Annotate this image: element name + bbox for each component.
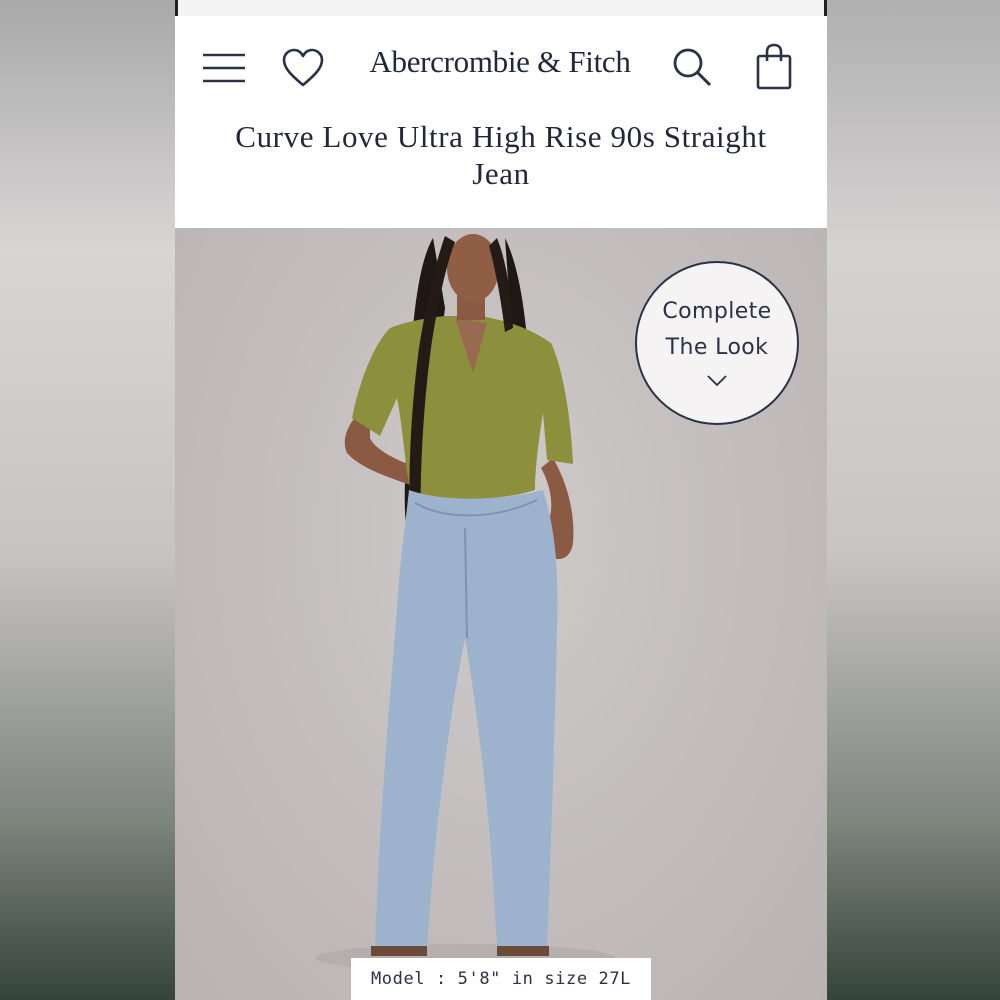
product-photo[interactable]: Complete The Look Model : 5'8" in size 2…	[175, 228, 827, 1000]
model-size-caption: Model : 5'8" in size 27L	[351, 958, 651, 1000]
complete-look-line1: Complete	[662, 299, 772, 324]
shopping-bag-icon[interactable]	[753, 42, 795, 92]
hamburger-menu-icon[interactable]	[201, 48, 247, 88]
complete-the-look-button[interactable]: Complete The Look	[635, 261, 799, 425]
heart-icon[interactable]	[279, 46, 327, 90]
chevron-down-icon	[707, 374, 727, 392]
complete-look-line2: The Look	[665, 335, 769, 360]
background-left	[0, 0, 175, 1000]
background-right	[827, 0, 1000, 1000]
product-title: Curve Love Ultra High Rise 90s Straight …	[235, 119, 767, 191]
site-header: Abercrombie & Fitch	[175, 16, 827, 116]
status-area	[175, 0, 827, 16]
phone-screen: Abercrombie & Fitch Curve Love Ultra Hig…	[175, 0, 827, 1000]
brand-logo[interactable]: Abercrombie & Fitch	[355, 44, 645, 80]
search-icon[interactable]	[669, 44, 715, 90]
